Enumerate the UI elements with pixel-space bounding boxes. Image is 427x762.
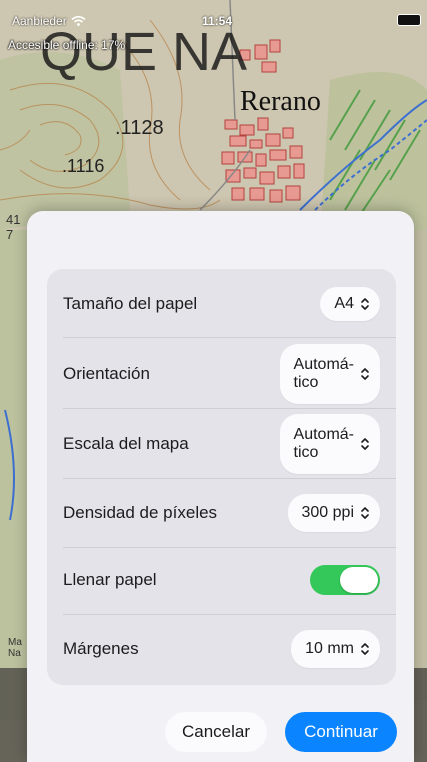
map-side-label-1: 41 [6, 212, 21, 227]
wifi-icon [71, 15, 86, 26]
map-bottom-label-1: Ma [8, 637, 22, 648]
row-margins: Márgenes 10 mm [63, 627, 396, 671]
margins-label: Márgenes [63, 639, 139, 658]
divider [63, 478, 396, 479]
orientation-value-line1: Automá- [293, 356, 354, 373]
map-bottom-label: Ma Na [8, 637, 22, 659]
pixel-density-select[interactable]: 300 ppi [287, 494, 380, 532]
chevron-up-down-icon [361, 438, 369, 450]
offline-availability: Accesible offline: 17% [8, 38, 126, 52]
paper-size-select[interactable]: A4 [320, 287, 380, 321]
map-elevation-1: .1128 [115, 117, 164, 139]
carrier: Aanbieder [12, 14, 86, 28]
settings-card: Tamaño del papel A4 Orientación Automá- … [47, 269, 396, 685]
margins-select[interactable]: 10 mm [291, 630, 380, 668]
row-map-scale: Escala del mapa Automá- tico [63, 412, 396, 476]
map-scale-select[interactable]: Automá- tico [279, 414, 380, 474]
orientation-value-line2: tico [293, 374, 319, 391]
paper-size-label: Tamaño del papel [63, 294, 198, 313]
margins-value: 10 mm [305, 640, 354, 657]
map-bottom-label-2: Na [8, 648, 21, 659]
status-bar: Aanbieder 11:54 Accesible offline: 17% [0, 0, 427, 52]
map-elevation-2: .1116 [62, 156, 104, 176]
orientation-value: Automá- tico [294, 356, 354, 392]
divider [63, 614, 396, 615]
map-scale-label: Escala del mapa [63, 434, 189, 453]
chevron-up-down-icon [361, 368, 369, 380]
row-fill-paper: Llenar papel [63, 558, 396, 602]
divider [63, 547, 396, 548]
toggle-knob [340, 567, 378, 593]
divider [63, 408, 396, 409]
print-settings-sheet: Tamaño del papel A4 Orientación Automá- … [27, 211, 414, 762]
fill-paper-toggle[interactable] [310, 565, 380, 595]
row-pixel-density: Densidad de píxeles 300 ppi [63, 491, 396, 535]
orientation-label: Orientación [63, 364, 150, 383]
map-scale-value: Automá- tico [294, 426, 354, 462]
chevron-up-down-icon [361, 507, 369, 519]
battery-icon [397, 14, 421, 26]
paper-size-value: A4 [334, 295, 354, 312]
row-paper-size: Tamaño del papel A4 [63, 281, 396, 327]
cancel-button[interactable]: Cancelar [165, 712, 267, 752]
status-time: 11:54 [202, 14, 233, 28]
map-scale-value-line1: Automá- [293, 426, 354, 443]
chevron-up-down-icon [361, 298, 369, 310]
carrier-name: Aanbieder [12, 14, 67, 28]
fill-paper-label: Llenar papel [63, 570, 157, 589]
pixel-density-label: Densidad de píxeles [63, 503, 218, 522]
orientation-select[interactable]: Automá- tico [279, 344, 380, 404]
chevron-up-down-icon [361, 643, 369, 655]
map-scale-value-line2: tico [293, 444, 319, 461]
map-side-label-2: 7 [6, 227, 14, 242]
map-side-label: 41 7 [6, 212, 20, 242]
map-place-name: Rerano [240, 86, 321, 117]
continue-button[interactable]: Continuar [285, 712, 397, 752]
pixel-density-value: 300 ppi [301, 504, 355, 521]
divider [63, 337, 396, 338]
row-orientation: Orientación Automá- tico [63, 342, 396, 406]
